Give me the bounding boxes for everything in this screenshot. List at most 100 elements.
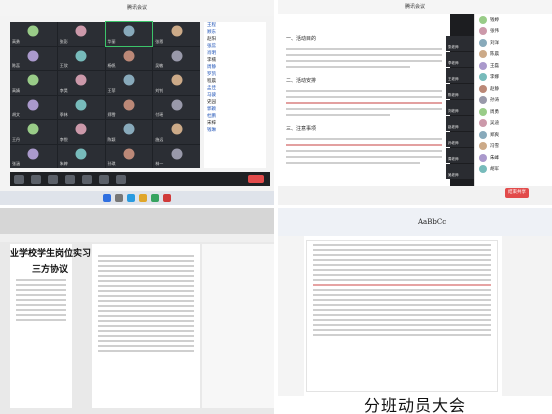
side-list-item[interactable]: 李楠 (204, 57, 266, 64)
video-tile[interactable]: 郑雪 (105, 95, 153, 119)
chat-button[interactable] (82, 174, 92, 184)
video-tile[interactable]: 林一 (153, 144, 200, 168)
side-list-item[interactable]: 杜鹏 (204, 113, 266, 120)
video-tile[interactable]: 张彭 (57, 22, 105, 46)
side-list-item[interactable]: 程晨 (204, 78, 266, 85)
document-page (306, 240, 498, 392)
video-tile[interactable]: 高勇 (10, 22, 57, 46)
meeting-window-share: 腾讯会议 一、活动目的 二、活动安排 三、注意事项 张老师 李老师 王老师 陈老师 刘老… (278, 0, 552, 205)
record-button[interactable] (99, 174, 109, 184)
window-title: 腾讯会议 (278, 0, 552, 14)
side-list-item[interactable]: 钱琳 (204, 127, 266, 134)
member-row[interactable]: 张伟 (475, 26, 552, 38)
style-preview[interactable]: AaBbCc (418, 218, 446, 226)
video-tile[interactable]: 胡文 (10, 95, 57, 119)
side-list-item[interactable]: 顾东 (204, 29, 266, 36)
meeting-icon[interactable] (151, 194, 159, 202)
tile-name: 杨帆 (107, 63, 116, 68)
video-tile[interactable]: 陈蕊 (10, 46, 57, 70)
video-tile[interactable]: 季林 (57, 95, 105, 119)
video-tile[interactable]: 高婧 (10, 71, 57, 95)
video-tile[interactable]: 华丽 (104, 21, 154, 47)
apps-button[interactable] (116, 174, 126, 184)
camera-name: 李老师 (448, 61, 459, 65)
member-row[interactable]: 吴迪 (475, 118, 552, 130)
camera-button[interactable] (31, 174, 41, 184)
side-list-item[interactable]: 马骏 (204, 92, 266, 99)
meeting-window-gallery: 腾讯会议 高勇 张彭 华丽 张恩 陈蕊 王欣 杨帆 吴敏 高婧 李昊 王菲 刘钊 胡文 季林 郑雪 付瑶 王丹 李… (0, 0, 274, 205)
video-tile[interactable]: 李昊 (57, 71, 105, 95)
meeting-toolbar (10, 172, 270, 186)
avatar (479, 107, 487, 116)
caption-text: 分班动员大会 (364, 396, 467, 414)
avatar (479, 130, 487, 139)
side-list-item[interactable]: 宋梓 (204, 120, 266, 127)
video-tile[interactable]: 刘钊 (153, 71, 200, 95)
avatar (171, 99, 183, 111)
member-row[interactable]: 朱峰 (475, 152, 552, 164)
app-icon[interactable] (163, 194, 171, 202)
video-tile[interactable]: 王丹 (10, 120, 57, 144)
video-tile[interactable]: 朱婷 (57, 144, 105, 168)
share-button[interactable] (48, 174, 58, 184)
member-row[interactable]: 钱婷 (475, 14, 552, 26)
video-tile[interactable]: 付瑶 (153, 95, 200, 119)
member-row[interactable]: 孙涛 (475, 95, 552, 107)
doc-heading-2: 二、活动安排 (286, 78, 317, 84)
avatar (171, 50, 183, 62)
search-icon[interactable] (115, 194, 123, 202)
member-row[interactable]: 王磊 (475, 60, 552, 72)
stop-share-button[interactable]: 结束共享 (505, 188, 529, 198)
tile-name: 张彭 (59, 38, 68, 44)
taskbar (0, 191, 274, 205)
avatar (27, 123, 39, 135)
leave-button[interactable] (248, 175, 264, 183)
video-tile[interactable]: 王菲 (105, 71, 153, 95)
member-row[interactable]: 赵静 (475, 83, 552, 95)
avatar (75, 74, 87, 86)
tile-name: 高勇 (12, 38, 20, 44)
member-row[interactable]: 周勇 (475, 106, 552, 118)
avatar (123, 99, 135, 111)
side-list-item[interactable]: 周静 (204, 64, 266, 71)
camera-name: 王老师 (448, 77, 459, 81)
video-tile[interactable]: 施远 (153, 120, 200, 144)
members-button[interactable] (65, 174, 75, 184)
video-tile[interactable]: 李悦 (57, 120, 105, 144)
side-list-item[interactable]: 罗凯 (204, 71, 266, 78)
member-row[interactable]: 李娜 (475, 72, 552, 84)
browser-icon[interactable] (127, 194, 135, 202)
side-list-item[interactable]: 肖明 (204, 50, 266, 57)
window-toolbar (0, 208, 274, 234)
video-tile[interactable]: 杨帆 (105, 46, 153, 70)
window-title: 腾讯会议 (0, 0, 274, 16)
folder-icon[interactable] (139, 194, 147, 202)
side-list-item[interactable]: 王程 (204, 22, 266, 29)
mic-button[interactable] (14, 174, 24, 184)
side-list-item[interactable]: 史园 (204, 99, 266, 106)
member-row[interactable]: 胡军 (475, 164, 552, 176)
video-tile[interactable]: 陈颖 (105, 120, 153, 144)
avatar (171, 123, 183, 135)
member-row[interactable]: 冯雪 (475, 141, 552, 153)
video-gallery: 高勇 张彭 华丽 张恩陈蕊 王欣 杨帆 吴敏高婧 李昊 王菲 刘钊胡文 季林 郑雪 付瑶王丹 李悦 陈颖 施远… (10, 21, 200, 168)
member-row[interactable]: 陈晨 (475, 49, 552, 61)
video-tile[interactable]: 张涵 (10, 144, 57, 168)
side-list-item[interactable]: 郭颖 (204, 106, 266, 113)
video-tile[interactable]: 孙琪 (105, 144, 153, 168)
start-icon[interactable] (103, 194, 111, 202)
member-row[interactable]: 郑爽 (475, 129, 552, 141)
member-row[interactable]: 刘洋 (475, 37, 552, 49)
member-name: 王磊 (490, 63, 499, 69)
member-name: 赵静 (490, 86, 499, 92)
side-list-item[interactable]: 孟佳 (204, 85, 266, 92)
side-list-item[interactable]: 赵阳 (204, 36, 266, 43)
video-tile[interactable]: 王欣 (57, 46, 105, 70)
video-tile[interactable]: 张恩 (153, 22, 200, 46)
participant-side-list: 王程 顾东 赵阳 张蕊 肖明 李楠 周静 罗凯 程晨 孟佳 马骏 史园 郭颖 杜鹏 宋梓 钱琳 (204, 22, 266, 168)
avatar (171, 74, 183, 86)
member-name: 吴迪 (490, 121, 499, 127)
member-name: 郑爽 (490, 132, 499, 138)
video-tile[interactable]: 吴敏 (153, 46, 200, 70)
side-list-item[interactable]: 张蕊 (204, 43, 266, 50)
